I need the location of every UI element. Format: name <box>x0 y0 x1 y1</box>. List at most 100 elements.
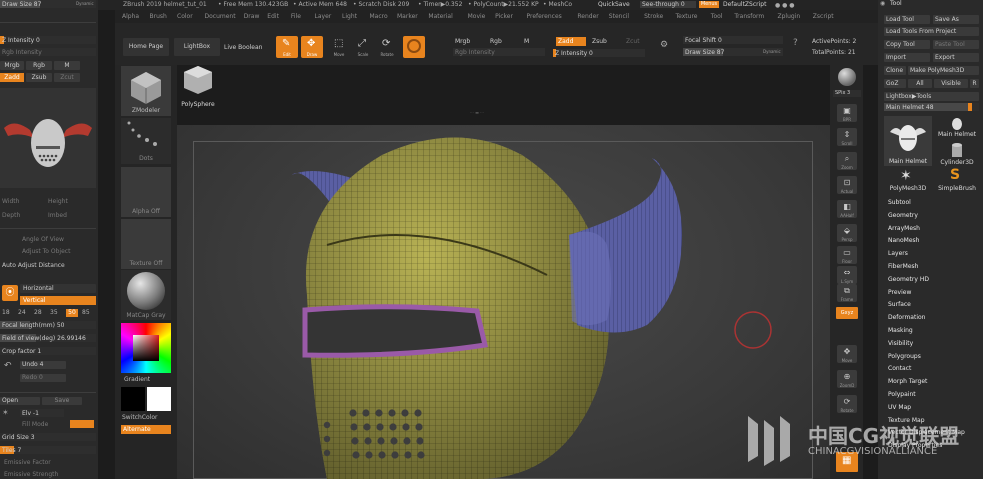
window-controls-icon[interactable]: ● ● ● <box>775 2 799 9</box>
elv-slider[interactable]: Elv -1 <box>20 409 64 417</box>
tool-thumb-main-helmet[interactable]: Main Helmet <box>884 116 932 166</box>
subpalette-geometry[interactable]: Geometry <box>888 212 918 219</box>
top-zadd-button[interactable]: Zadd <box>556 37 586 46</box>
subpalette-surface[interactable]: Surface <box>888 301 911 308</box>
fov-preset-35[interactable]: 35 <box>50 309 58 316</box>
menu-color[interactable]: Color <box>177 13 193 20</box>
save-button[interactable]: Save <box>42 397 82 405</box>
subpalette-morph-target[interactable]: Morph Target <box>888 378 927 385</box>
crop-factor-slider[interactable]: Crop factor 1 <box>0 347 96 355</box>
quicksave-button[interactable]: QuickSave <box>598 1 630 8</box>
polysphere-tool-thumb[interactable]: PolySphere <box>178 62 218 108</box>
gxyz-button[interactable]: Gxyz <box>836 307 858 319</box>
menu-marker[interactable]: Marker <box>397 13 418 20</box>
fill-mode-swatch[interactable] <box>70 420 94 428</box>
menu-transform[interactable]: Transform <box>734 13 764 20</box>
subpalette-layers[interactable]: Layers <box>888 250 908 257</box>
zoomd-button[interactable]: ⊕ ZoomD <box>837 370 857 388</box>
help-icon[interactable]: ? <box>793 38 803 50</box>
move-button[interactable]: ⬚ Move <box>328 36 350 58</box>
menu-file[interactable]: File <box>291 13 301 20</box>
menu-zscript[interactable]: Zscript <box>813 13 834 20</box>
menu-edit[interactable]: Edit <box>267 13 279 20</box>
floor-grid-icon[interactable]: ✶ <box>2 408 18 422</box>
subpalette-uv-map[interactable]: UV Map <box>888 404 911 411</box>
menu-draw[interactable]: Draw <box>244 13 260 20</box>
scroll-button[interactable]: ⇕ Scroll <box>837 128 857 146</box>
focal-length-slider[interactable]: Focal length(mm) 50 <box>0 321 96 329</box>
menu-light[interactable]: Light <box>342 13 357 20</box>
tool-thumb-polymesh3d[interactable]: ✶ PolyMesh3D <box>884 168 932 192</box>
color-picker-square[interactable] <box>133 335 159 361</box>
subpalette-contact[interactable]: Contact <box>888 365 911 372</box>
tiles-slider[interactable]: Tiles 7 <box>0 446 96 454</box>
undo-button[interactable]: Undo 4 <box>20 361 66 369</box>
open-button[interactable]: Open <box>0 397 40 405</box>
vertical-button[interactable]: Vertical <box>20 296 96 305</box>
auto-adjust-distance-toggle[interactable]: Auto Adjust Distance <box>2 262 65 269</box>
tool-thumb-main-helmet-2[interactable]: Main Helmet <box>934 116 980 138</box>
redo-button[interactable]: Redo 0 <box>20 374 66 382</box>
gradient-label[interactable]: Gradient <box>124 376 150 383</box>
subpalette-deformation[interactable]: Deformation <box>888 314 925 321</box>
tool-palette-toggle-icon[interactable]: ◉ <box>880 0 888 8</box>
left-rgb-intensity-slider[interactable]: Rgb Intensity <box>0 48 96 56</box>
left-z-intensity-slider[interactable]: Z Intensity 0 <box>0 36 96 44</box>
left-zsub-button[interactable]: Zsub <box>26 73 52 82</box>
top-zcut-button[interactable]: Zcut <box>626 38 640 45</box>
lightbox-tools-button[interactable]: Lightbox▶Tools <box>884 92 979 101</box>
copy-tool-button[interactable]: Copy Tool <box>884 40 930 49</box>
menu-zplugin[interactable]: Zplugin <box>778 13 801 20</box>
scale-button[interactable]: ⤢ Scale <box>352 36 374 58</box>
menu-macro[interactable]: Macro <box>370 13 388 20</box>
menu-material[interactable]: Material <box>428 13 452 20</box>
left-draw-size-slider[interactable]: Draw Size 87 Dynamic <box>0 0 96 8</box>
import-button[interactable]: Import <box>884 53 930 62</box>
menu-brush[interactable]: Brush <box>150 13 167 20</box>
menu-picker[interactable]: Picker <box>495 13 513 20</box>
material-thumb[interactable]: MatCap Gray <box>121 270 171 320</box>
goz-button[interactable]: GoZ <box>884 79 906 88</box>
menu-layer[interactable]: Layer <box>315 13 332 20</box>
zmodeler-brush-thumb[interactable]: ZModeler <box>121 66 171 116</box>
horizontal-button[interactable]: Horizontal <box>20 284 96 293</box>
stroke-dots-thumb[interactable]: Dots <box>121 118 171 164</box>
zoom-button[interactable]: ⌕ Zoom <box>837 152 857 170</box>
color-picker[interactable] <box>121 323 171 373</box>
bpr-button[interactable]: ▣ BPR <box>837 104 857 122</box>
top-draw-size-slider[interactable]: Draw Size 87 Dynamic <box>683 48 783 56</box>
menus-button[interactable]: Menus <box>699 1 719 8</box>
subpalette-geometry-hd[interactable]: Geometry HD <box>888 276 929 283</box>
edit-button[interactable]: ✎ Edit <box>276 36 298 58</box>
paste-tool-button[interactable]: Paste Tool <box>933 40 979 49</box>
field-of-view-slider[interactable]: Field of view(deg) 26.99146 <box>0 334 96 342</box>
subpalette-nanomesh[interactable]: NanoMesh <box>888 237 919 244</box>
default-zscript-button[interactable]: DefaultZScript <box>723 1 766 8</box>
subpalette-polypaint[interactable]: Polypaint <box>888 391 916 398</box>
undo-icon[interactable]: ↶ <box>4 361 16 373</box>
actual-button[interactable]: ⊡ Actual <box>837 176 857 194</box>
frame-button[interactable]: ⧉ Frame <box>837 284 857 302</box>
rotate-button[interactable]: ⟳ Rotate <box>837 395 857 413</box>
aahalf-button[interactable]: ◧ AAHalf <box>837 200 857 218</box>
main-helmet-slider-knob[interactable] <box>968 103 972 111</box>
subpalette-subtool[interactable]: Subtool <box>888 199 911 206</box>
alternate-button[interactable]: Alternate <box>121 425 171 434</box>
left-m-button[interactable]: M <box>54 61 80 70</box>
subpalette-masking[interactable]: Masking <box>888 327 913 334</box>
floor-button[interactable]: ▭ Floor <box>837 246 857 264</box>
fov-preset-85[interactable]: 85 <box>82 309 90 316</box>
clone-button[interactable]: Clone <box>884 66 906 75</box>
grid-size-slider[interactable]: Grid Size 3 <box>0 433 96 441</box>
load-from-project-button[interactable]: Load Tools From Project <box>884 27 979 36</box>
main-color-swatch[interactable] <box>121 387 145 411</box>
move-button[interactable]: ✥ Move <box>837 345 857 363</box>
left-mrgb-button[interactable]: Mrgb <box>0 61 24 70</box>
brush-adjust-icon[interactable]: ⚙ <box>660 40 674 54</box>
tool-thumb-simplebrush[interactable]: S SimpleBrush <box>934 167 980 192</box>
alpha-thumb[interactable]: Alpha Off <box>121 167 171 217</box>
top-zsub-button[interactable]: Zsub <box>592 38 607 45</box>
menu-alpha[interactable]: Alpha <box>122 13 139 20</box>
load-tool-button[interactable]: Load Tool <box>884 15 930 24</box>
menu-preferences[interactable]: Preferences <box>527 13 562 20</box>
